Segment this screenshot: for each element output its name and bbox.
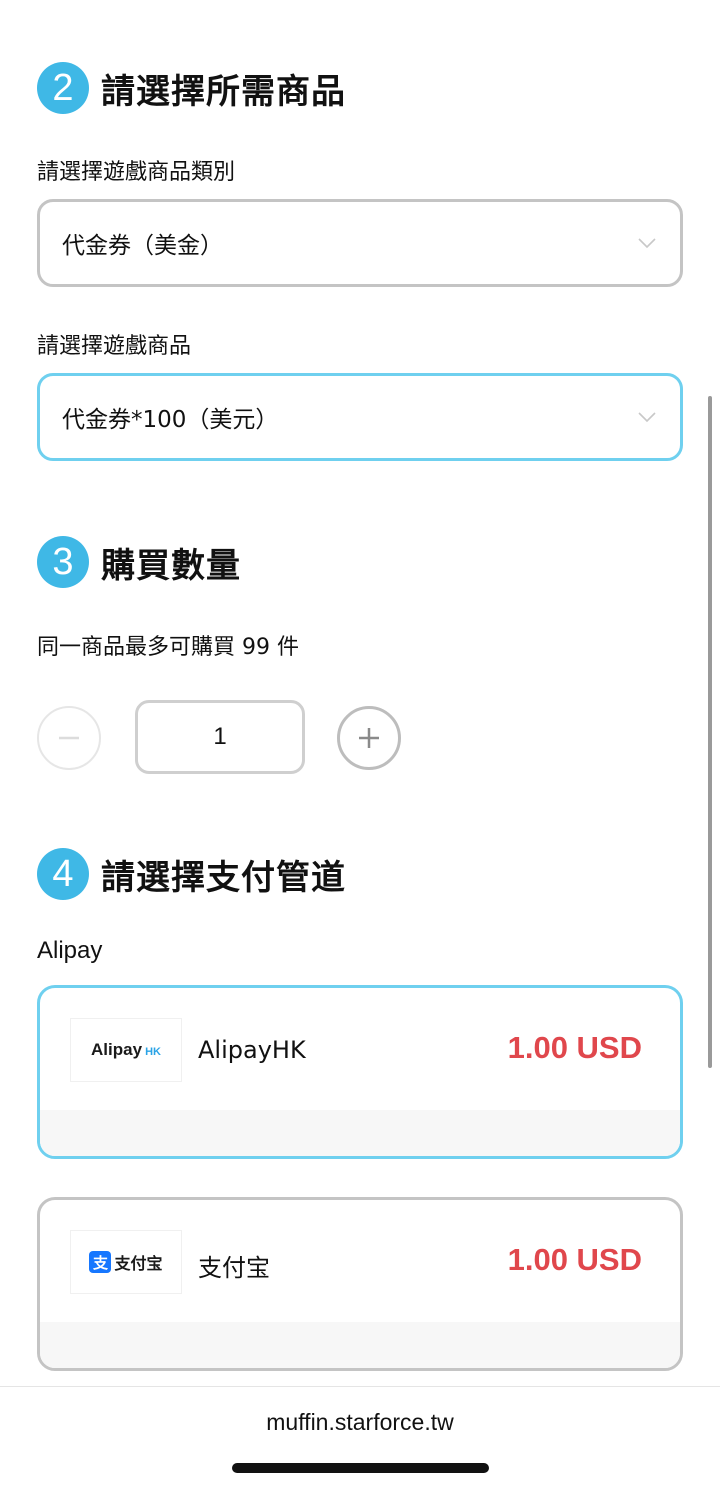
payment-option-alipayhk[interactable]: Alipay HK AlipayHK 1.00 USD (37, 985, 683, 1159)
step-number-2: 2 (37, 62, 89, 114)
payment-price: 1.00 USD (507, 1242, 642, 1277)
payment-group-label: Alipay (37, 937, 103, 964)
category-label: 請選擇遊戲商品類別 (37, 160, 236, 185)
alipayhk-logo-sub: HK (145, 1046, 161, 1058)
step-4-header: 4 請選擇支付管道 (37, 848, 346, 900)
increase-button[interactable] (337, 706, 401, 770)
scrollbar[interactable] (708, 396, 712, 1068)
payment-option-alipay[interactable]: 支 支付宝 支付宝 1.00 USD (37, 1197, 683, 1371)
payment-name: 支付宝 (198, 1254, 270, 1282)
product-select[interactable]: 代金券*100（美元） (37, 373, 683, 461)
card-footer (40, 1322, 680, 1368)
step-number-3: 3 (37, 536, 89, 588)
alipayhk-logo-text: Alipay (91, 1040, 143, 1059)
step-4-title: 請選擇支付管道 (101, 857, 346, 898)
step-2-header: 2 請選擇所需商品 (37, 62, 346, 114)
step-3-header: 3 購買數量 (37, 536, 241, 588)
product-select-value: 代金券*100（美元） (62, 407, 279, 433)
quantity-input[interactable]: 1 (135, 700, 305, 774)
alipay-cn-logo: 支 支付宝 (70, 1230, 182, 1294)
step-3-title: 購買數量 (101, 545, 241, 586)
product-label: 請選擇遊戲商品 (37, 334, 192, 359)
step-2-title: 請選擇所需商品 (101, 71, 346, 112)
payment-price: 1.00 USD (507, 1030, 642, 1065)
payment-name: AlipayHK (198, 1036, 306, 1064)
chevron-down-icon (638, 238, 656, 249)
alipay-logo-text: 支付宝 (114, 1254, 163, 1273)
alipay-glyph-icon: 支 (89, 1251, 112, 1273)
browser-address-bar: muffin.starforce.tw (0, 1386, 720, 1488)
quantity-stepper: 1 (37, 700, 437, 774)
plus-icon (359, 728, 379, 748)
category-select-value: 代金券（美金） (62, 233, 223, 259)
alipayhk-logo: Alipay HK (70, 1018, 182, 1082)
category-select[interactable]: 代金券（美金） (37, 199, 683, 287)
home-indicator[interactable] (232, 1463, 489, 1473)
step-number-4: 4 (37, 848, 89, 900)
chevron-down-icon (638, 412, 656, 423)
quantity-limit-text: 同一商品最多可購買 99 件 (37, 635, 299, 660)
decrease-button[interactable] (37, 706, 101, 770)
minus-icon (59, 736, 79, 740)
card-footer (40, 1110, 680, 1156)
url-text[interactable]: muffin.starforce.tw (0, 1409, 720, 1436)
